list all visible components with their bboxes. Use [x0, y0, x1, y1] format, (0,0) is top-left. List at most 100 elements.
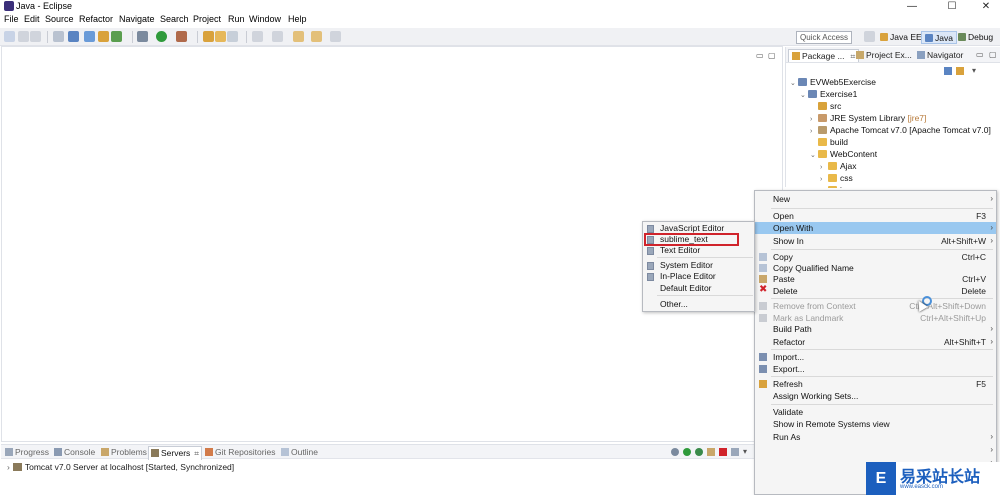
server-row[interactable]: › Tomcat v7.0 Server at localhost [Starte…: [7, 462, 234, 472]
refresh-icon[interactable]: [111, 31, 122, 42]
tree-item[interactable]: build: [810, 136, 848, 148]
run-icon[interactable]: [156, 31, 167, 42]
save-icon[interactable]: [18, 31, 29, 42]
open-task-icon[interactable]: [252, 31, 263, 42]
close-button[interactable]: ✕: [972, 0, 1000, 13]
menu-item-new[interactable]: New ›: [755, 193, 996, 205]
menu-item-system-editor[interactable]: System Editor: [643, 260, 754, 271]
external-tools-icon[interactable]: [176, 31, 187, 42]
new-package-icon[interactable]: [215, 31, 226, 42]
build-icon[interactable]: [98, 31, 109, 42]
menu-edit[interactable]: Edit: [24, 14, 40, 24]
menu-window[interactable]: Window: [249, 14, 281, 24]
back-icon[interactable]: [293, 31, 304, 42]
expand-toggle-icon[interactable]: ⌄: [810, 150, 818, 162]
open-perspective-icon[interactable]: [864, 31, 875, 42]
tree-item[interactable]: ⌄ Exercise1: [800, 88, 857, 100]
nav-dropdown-icon[interactable]: [330, 31, 341, 42]
minimize-button[interactable]: —: [898, 0, 926, 13]
menu-run[interactable]: Run: [228, 14, 245, 24]
servers-icon: [151, 449, 159, 457]
menu-source[interactable]: Source: [45, 14, 74, 24]
tab-progress[interactable]: Progress: [3, 446, 51, 459]
print-icon[interactable]: [53, 31, 64, 42]
terminal-icon[interactable]: [68, 31, 79, 42]
profile-server-icon[interactable]: [695, 448, 703, 456]
expand-toggle-icon[interactable]: ›: [820, 186, 828, 188]
publish-icon[interactable]: [707, 448, 715, 456]
link-with-editor-icon[interactable]: [956, 67, 964, 75]
menu-item-refresh[interactable]: Refresh F5: [755, 378, 996, 390]
expand-toggle-icon[interactable]: ⌄: [790, 78, 798, 90]
menu-help[interactable]: Help: [288, 14, 307, 24]
perspective-java-ee[interactable]: Java EE: [877, 31, 925, 44]
tab-console[interactable]: Console: [52, 446, 97, 459]
tab-git-repositories[interactable]: Git Repositories: [203, 446, 277, 459]
menu-item-run-as[interactable]: Run As ›: [755, 431, 996, 443]
menu-file[interactable]: File: [4, 14, 19, 24]
tab-navigator[interactable]: Navigator: [914, 49, 966, 62]
tab-outline[interactable]: Outline: [279, 446, 320, 459]
open-type-icon[interactable]: [84, 31, 95, 42]
menu-item-refactor[interactable]: Refactor Alt+Shift+T ›: [755, 336, 996, 348]
tree-item[interactable]: › Apache Tomcat v7.0 [Apache Tomcat v7.0]: [810, 124, 991, 136]
close-tab-icon[interactable]: ⌗: [194, 448, 199, 458]
perspective-java[interactable]: Java: [921, 31, 957, 44]
save-all-icon[interactable]: [30, 31, 41, 42]
menu-project[interactable]: Project: [193, 14, 221, 24]
menu-item-export[interactable]: Export...: [755, 363, 996, 375]
perspective-debug[interactable]: Debug: [955, 31, 996, 44]
maximize-view-icon[interactable]: ▢: [989, 50, 997, 59]
view-menu-icon[interactable]: ▾: [972, 66, 976, 75]
tab-package-explorer[interactable]: Package ... ⌗: [788, 49, 860, 62]
expand-toggle-icon[interactable]: ⌄: [800, 90, 808, 102]
tree-item[interactable]: › Ajax: [820, 160, 857, 172]
menu-item-open[interactable]: Open F3: [755, 210, 996, 222]
menu-item-show-in[interactable]: Show In Alt+Shift+W ›: [755, 235, 996, 247]
minimize-editor-icon[interactable]: ▭: [756, 51, 764, 60]
stop-server-icon[interactable]: [719, 448, 727, 456]
new-java-project-icon[interactable]: [203, 31, 214, 42]
menu-item-delete[interactable]: ✖ Delete Delete: [755, 284, 996, 297]
menu-item-validate[interactable]: Validate: [755, 406, 996, 418]
minimize-view-icon[interactable]: ▭: [976, 50, 984, 59]
menu-item-assign-working-sets[interactable]: Assign Working Sets...: [755, 390, 996, 402]
start-server-icon[interactable]: [683, 448, 691, 456]
tree-item[interactable]: ⌄ WebContent: [810, 148, 877, 160]
menu-item-text-editor[interactable]: Text Editor: [643, 245, 754, 256]
quick-access-input[interactable]: Quick Access: [796, 31, 852, 44]
view-menu-icon[interactable]: ▾: [743, 447, 747, 456]
menu-item-default-editor[interactable]: Default Editor: [643, 283, 754, 294]
expand-toggle-icon[interactable]: ›: [7, 462, 10, 472]
maximize-editor-icon[interactable]: ▢: [768, 51, 776, 60]
forward-icon[interactable]: [311, 31, 322, 42]
menu-refactor[interactable]: Refactor: [79, 14, 113, 24]
search-icon[interactable]: [272, 31, 283, 42]
tree-item[interactable]: ⌄ EVWeb5Exercise: [790, 76, 876, 88]
menu-item-remove-from-context: Remove from Context Ctrl+Alt+Shift+Down: [755, 300, 996, 312]
tab-problems[interactable]: Problems: [99, 446, 149, 459]
menu-item-more[interactable]: ›: [755, 444, 996, 456]
publish-server-icon[interactable]: [731, 448, 739, 456]
menu-item-build-path[interactable]: Build Path ›: [755, 323, 996, 335]
menu-item-open-with[interactable]: Open With ›: [755, 222, 996, 234]
collapse-all-icon[interactable]: [944, 67, 952, 75]
tree-item[interactable]: › css: [820, 172, 853, 184]
new-icon[interactable]: [4, 31, 15, 42]
debug-icon[interactable]: [137, 31, 148, 42]
tab-servers[interactable]: Servers ⌗: [148, 446, 203, 460]
menu-search[interactable]: Search: [160, 14, 189, 24]
tree-item[interactable]: › JRE System Library [jre7]: [810, 112, 926, 124]
menu-navigate[interactable]: Navigate: [119, 14, 155, 24]
maximize-button[interactable]: ☐: [938, 0, 966, 13]
tree-item[interactable]: src: [810, 100, 841, 112]
menu-item-other[interactable]: Other...: [643, 299, 754, 310]
debug-server-icon[interactable]: [671, 448, 679, 456]
menu-item-import[interactable]: Import...: [755, 351, 996, 363]
tab-project-explorer[interactable]: Project Ex...: [853, 49, 915, 62]
menu-item-paste[interactable]: Paste Ctrl+V: [755, 273, 996, 285]
new-class-icon[interactable]: [227, 31, 238, 42]
menu-item-in-place-editor[interactable]: In-Place Editor: [643, 271, 754, 282]
tree-item[interactable]: ›images: [820, 184, 867, 188]
menu-item-show-in-remote-systems[interactable]: Show in Remote Systems view: [755, 418, 996, 430]
